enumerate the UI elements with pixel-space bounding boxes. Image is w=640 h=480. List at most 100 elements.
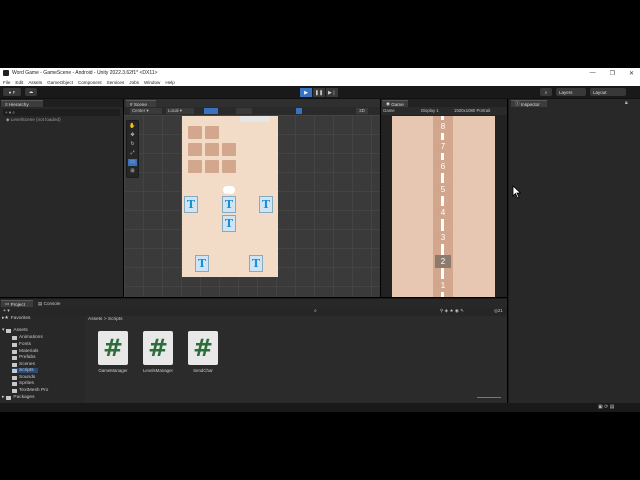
letterbox-bottom bbox=[0, 412, 640, 480]
menu-window[interactable]: Window bbox=[144, 80, 160, 85]
status-icons[interactable]: ▣ ⟳ ▤ bbox=[598, 404, 614, 410]
project-files: Assets > Scripts # GameManager # LevelsM… bbox=[85, 316, 507, 403]
move-tool-icon[interactable]: ✥ bbox=[128, 132, 137, 139]
play-icon: ▶ bbox=[304, 89, 308, 96]
tree-folder[interactable]: Sprites bbox=[12, 381, 34, 386]
space-dropdown[interactable]: Local ▾ bbox=[166, 108, 194, 114]
menu-file[interactable]: File bbox=[3, 80, 10, 85]
board-tile bbox=[188, 160, 202, 173]
breadcrumb-scripts[interactable]: Scripts bbox=[108, 317, 123, 322]
folder-icon bbox=[12, 375, 17, 380]
create-button[interactable]: + ▾ bbox=[3, 308, 10, 314]
menu-jobs[interactable]: Jobs bbox=[129, 80, 139, 85]
step-icon: ▶❘ bbox=[327, 89, 337, 96]
search-button[interactable]: ⌕ bbox=[540, 88, 552, 96]
step-button[interactable]: ▶❘ bbox=[326, 88, 338, 97]
board-tile bbox=[205, 126, 219, 139]
expand-icon: ▾ bbox=[2, 328, 5, 333]
tree-folder[interactable]: Fonts bbox=[12, 342, 31, 347]
tab-console[interactable]: ▤ Console bbox=[36, 300, 68, 307]
t-tile-card[interactable]: T bbox=[195, 255, 209, 272]
tab-scene[interactable]: # Scene bbox=[126, 100, 156, 107]
script-label: GameManager bbox=[98, 368, 128, 373]
tree-folder[interactable]: Scenes bbox=[12, 362, 35, 367]
play-controls: ▶ ❚❚ ▶❘ bbox=[300, 88, 338, 97]
folder-icon bbox=[12, 362, 17, 367]
csharp-script-icon[interactable]: # bbox=[98, 331, 128, 365]
csharp-script-icon[interactable]: # bbox=[188, 331, 218, 365]
close-button[interactable]: ✕ bbox=[629, 70, 634, 77]
tree-packages[interactable]: ▸ Packages bbox=[2, 395, 35, 400]
maximize-button[interactable]: ❐ bbox=[610, 70, 615, 77]
search-icon: ⌕ bbox=[544, 89, 548, 95]
folder-icon bbox=[12, 355, 17, 360]
menu-assets[interactable]: Assets bbox=[28, 80, 42, 85]
tab-hierarchy[interactable]: ≡ Hierarchy bbox=[1, 100, 43, 107]
t-tile-card[interactable]: T bbox=[222, 215, 236, 232]
tree-folder[interactable]: Materials bbox=[12, 349, 38, 354]
number-tile: 5 bbox=[435, 183, 451, 196]
tab-inspector[interactable]: ⓘ Inspector bbox=[511, 100, 547, 107]
scene-toolbar: Center ▾ Local ▾ 2D bbox=[124, 107, 380, 115]
mode-2d-toggle[interactable]: 2D bbox=[356, 108, 368, 114]
hierarchy-panel: ≡ Hierarchy + ▾ ⌕ ◆ LevelScene (not load… bbox=[0, 99, 123, 297]
rotate-tool-icon[interactable]: ↻ bbox=[128, 141, 137, 148]
layers-dropdown[interactable]: Layers bbox=[556, 88, 586, 96]
menu-edit[interactable]: Edit bbox=[15, 80, 23, 85]
csharp-script-icon[interactable]: # bbox=[143, 331, 173, 365]
board-tile bbox=[205, 143, 219, 156]
pause-icon: ❚❚ bbox=[314, 89, 324, 96]
star-icon: ▸★ bbox=[2, 316, 9, 321]
lock-icon[interactable]: 🔒︎ bbox=[625, 100, 628, 106]
tree-folder[interactable]: Prefabs bbox=[12, 355, 36, 360]
pivot-dropdown[interactable]: Center ▾ bbox=[130, 108, 162, 114]
display-dropdown[interactable]: Display 1 bbox=[421, 107, 439, 115]
menu-services[interactable]: Services bbox=[107, 80, 125, 85]
search-icon[interactable]: ⌕ bbox=[314, 308, 317, 314]
folder-icon bbox=[12, 349, 17, 354]
snap-toggle[interactable] bbox=[236, 108, 252, 114]
tab-game[interactable]: ◉ Game bbox=[382, 100, 408, 107]
rect-tool-icon[interactable]: ▭ bbox=[128, 159, 137, 166]
hierarchy-item[interactable]: ◆ LevelScene (not loaded) bbox=[6, 117, 61, 123]
grid-toggle[interactable] bbox=[204, 108, 218, 114]
cloud-icon: ☁ bbox=[28, 89, 34, 94]
t-tile-card[interactable]: T bbox=[259, 196, 273, 213]
hierarchy-search-input[interactable]: + ▾ ⌕ bbox=[3, 109, 120, 116]
menu-component[interactable]: Component bbox=[78, 80, 102, 85]
t-tile-card[interactable]: T bbox=[222, 196, 236, 213]
project-tree: ▸★ Favorites ▾ Assets Animations Fonts Mat… bbox=[0, 316, 84, 403]
tree-folder[interactable]: TextMesh Pro bbox=[12, 388, 48, 393]
folder-icon bbox=[12, 342, 17, 347]
account-button[interactable]: ● F bbox=[3, 88, 21, 96]
play-button[interactable]: ▶ bbox=[300, 88, 312, 97]
game-mode-dropdown[interactable]: Game bbox=[383, 107, 395, 115]
pause-button[interactable]: ❚❚ bbox=[313, 88, 325, 97]
menu-help[interactable]: Help bbox=[165, 80, 174, 85]
layout-dropdown[interactable]: Layout bbox=[590, 88, 626, 96]
t-tile-card[interactable]: T bbox=[184, 196, 198, 213]
breadcrumb-assets[interactable]: Assets bbox=[88, 317, 102, 322]
scale-tool-icon[interactable]: ⤢ bbox=[128, 150, 137, 157]
unity-logo-icon bbox=[3, 70, 9, 76]
folder-icon bbox=[6, 328, 12, 333]
scene-board[interactable]: T T T T T T bbox=[182, 116, 278, 277]
transform-tool-icon[interactable]: ⊞ bbox=[128, 168, 137, 175]
filter-icons[interactable]: ⚲ ◈ ★ ◉ ✎ bbox=[440, 308, 464, 314]
letterbox-top bbox=[0, 0, 640, 68]
tab-project[interactable]: ▭ Project bbox=[1, 300, 33, 307]
menu-gameobject[interactable]: GameObject bbox=[47, 80, 73, 85]
cloud-button[interactable]: ☁ bbox=[25, 88, 37, 96]
minimize-button[interactable]: — bbox=[590, 70, 596, 76]
tree-favorites[interactable]: ▸★ Favorites bbox=[2, 316, 30, 321]
tree-folder[interactable]: Animations bbox=[12, 335, 43, 340]
game-toolbar: Game Display 1 1920x1080 Portrait bbox=[381, 107, 507, 115]
tree-folder-selected[interactable]: Scripts bbox=[12, 368, 38, 373]
tree-assets[interactable]: ▾ Assets bbox=[2, 328, 28, 333]
resolution-dropdown[interactable]: 1920x1080 Portrait bbox=[454, 107, 490, 115]
hand-tool-icon[interactable]: ✋ bbox=[128, 123, 137, 130]
t-tile-card[interactable]: T bbox=[249, 255, 263, 272]
tree-folder[interactable]: Sounds bbox=[12, 375, 35, 380]
zoom-slider[interactable] bbox=[477, 397, 501, 398]
lighting-toggle[interactable] bbox=[296, 108, 302, 114]
